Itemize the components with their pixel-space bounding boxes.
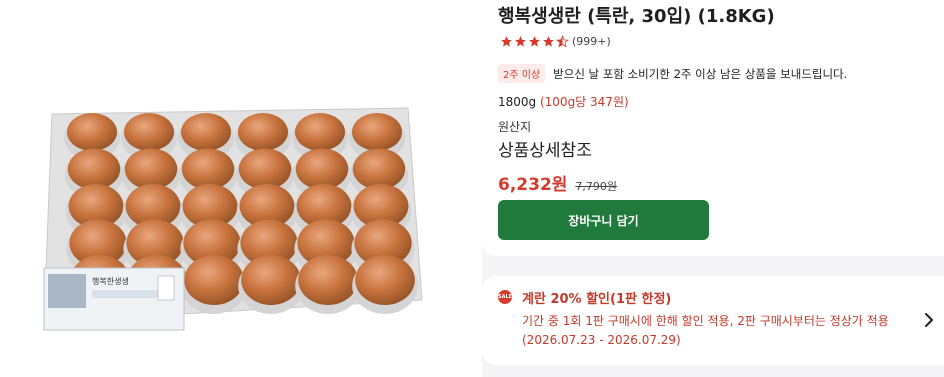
egg <box>295 148 349 190</box>
promo-card[interactable]: SALE 계란 20% 할인(1판 한정) 기간 중 1회 1판 구매시에 한해… <box>482 276 944 365</box>
freshness-text: 받으신 날 포함 소비기한 2주 이상 남은 상품을 보내드립니다. <box>553 66 848 81</box>
egg <box>241 255 301 305</box>
egg <box>124 148 178 190</box>
star-icon <box>543 36 554 47</box>
egg <box>181 113 231 151</box>
egg <box>295 113 345 151</box>
product-image: 행복한생생 <box>43 107 423 331</box>
egg <box>355 255 415 305</box>
egg <box>352 113 402 151</box>
unit-price: (100g당 347원) <box>539 95 629 109</box>
product-title: 행복생생란 (특란, 30입) (1.8KG) <box>498 6 775 27</box>
promo-description: 기간 중 1회 1판 구매시에 한해 할인 적용, 2판 구매시부터는 정상가 … <box>522 314 889 347</box>
price-row: 6,232원 7,790원 <box>498 170 617 195</box>
origin-label: 원산지 <box>498 120 532 134</box>
egg <box>352 148 406 190</box>
product-info-panel: 행복생생란 (특란, 30입) (1.8KG) (999+) 2주 이상 받으신… <box>482 0 944 256</box>
weight-info: 1800g (100g당 347원) <box>498 93 629 110</box>
egg <box>298 255 358 305</box>
sale-price: 6,232원 <box>498 175 568 195</box>
star-icon <box>529 36 540 47</box>
sale-icon: SALE <box>498 290 512 304</box>
egg <box>67 148 121 190</box>
egg <box>181 148 235 190</box>
rating-count: (999+) <box>572 35 611 48</box>
original-price: 7,790원 <box>575 180 618 193</box>
egg <box>184 255 244 305</box>
egg <box>67 113 117 151</box>
weight-value: 1800g <box>498 95 537 109</box>
half-star-icon <box>556 35 569 48</box>
origin-value: 상품상세참조 <box>498 141 592 161</box>
freshness-badge: 2주 이상 <box>498 64 546 83</box>
star-icon <box>515 36 526 47</box>
egg <box>238 113 288 151</box>
star-icon <box>501 36 512 47</box>
egg <box>238 148 292 190</box>
chevron-right-icon[interactable] <box>924 312 934 328</box>
rating[interactable]: (999+) <box>500 35 611 48</box>
freshness-info: 2주 이상 받으신 날 포함 소비기한 2주 이상 남은 상품을 보내드립니다. <box>498 64 847 83</box>
promo-title: 계란 20% 할인(1판 한정) <box>522 292 672 307</box>
product-image-panel: 행복한생생 <box>0 0 482 377</box>
add-to-cart-button[interactable]: 장바구니 담기 <box>498 200 709 240</box>
package-label: 행복한생생 <box>92 276 129 286</box>
egg <box>124 113 174 151</box>
